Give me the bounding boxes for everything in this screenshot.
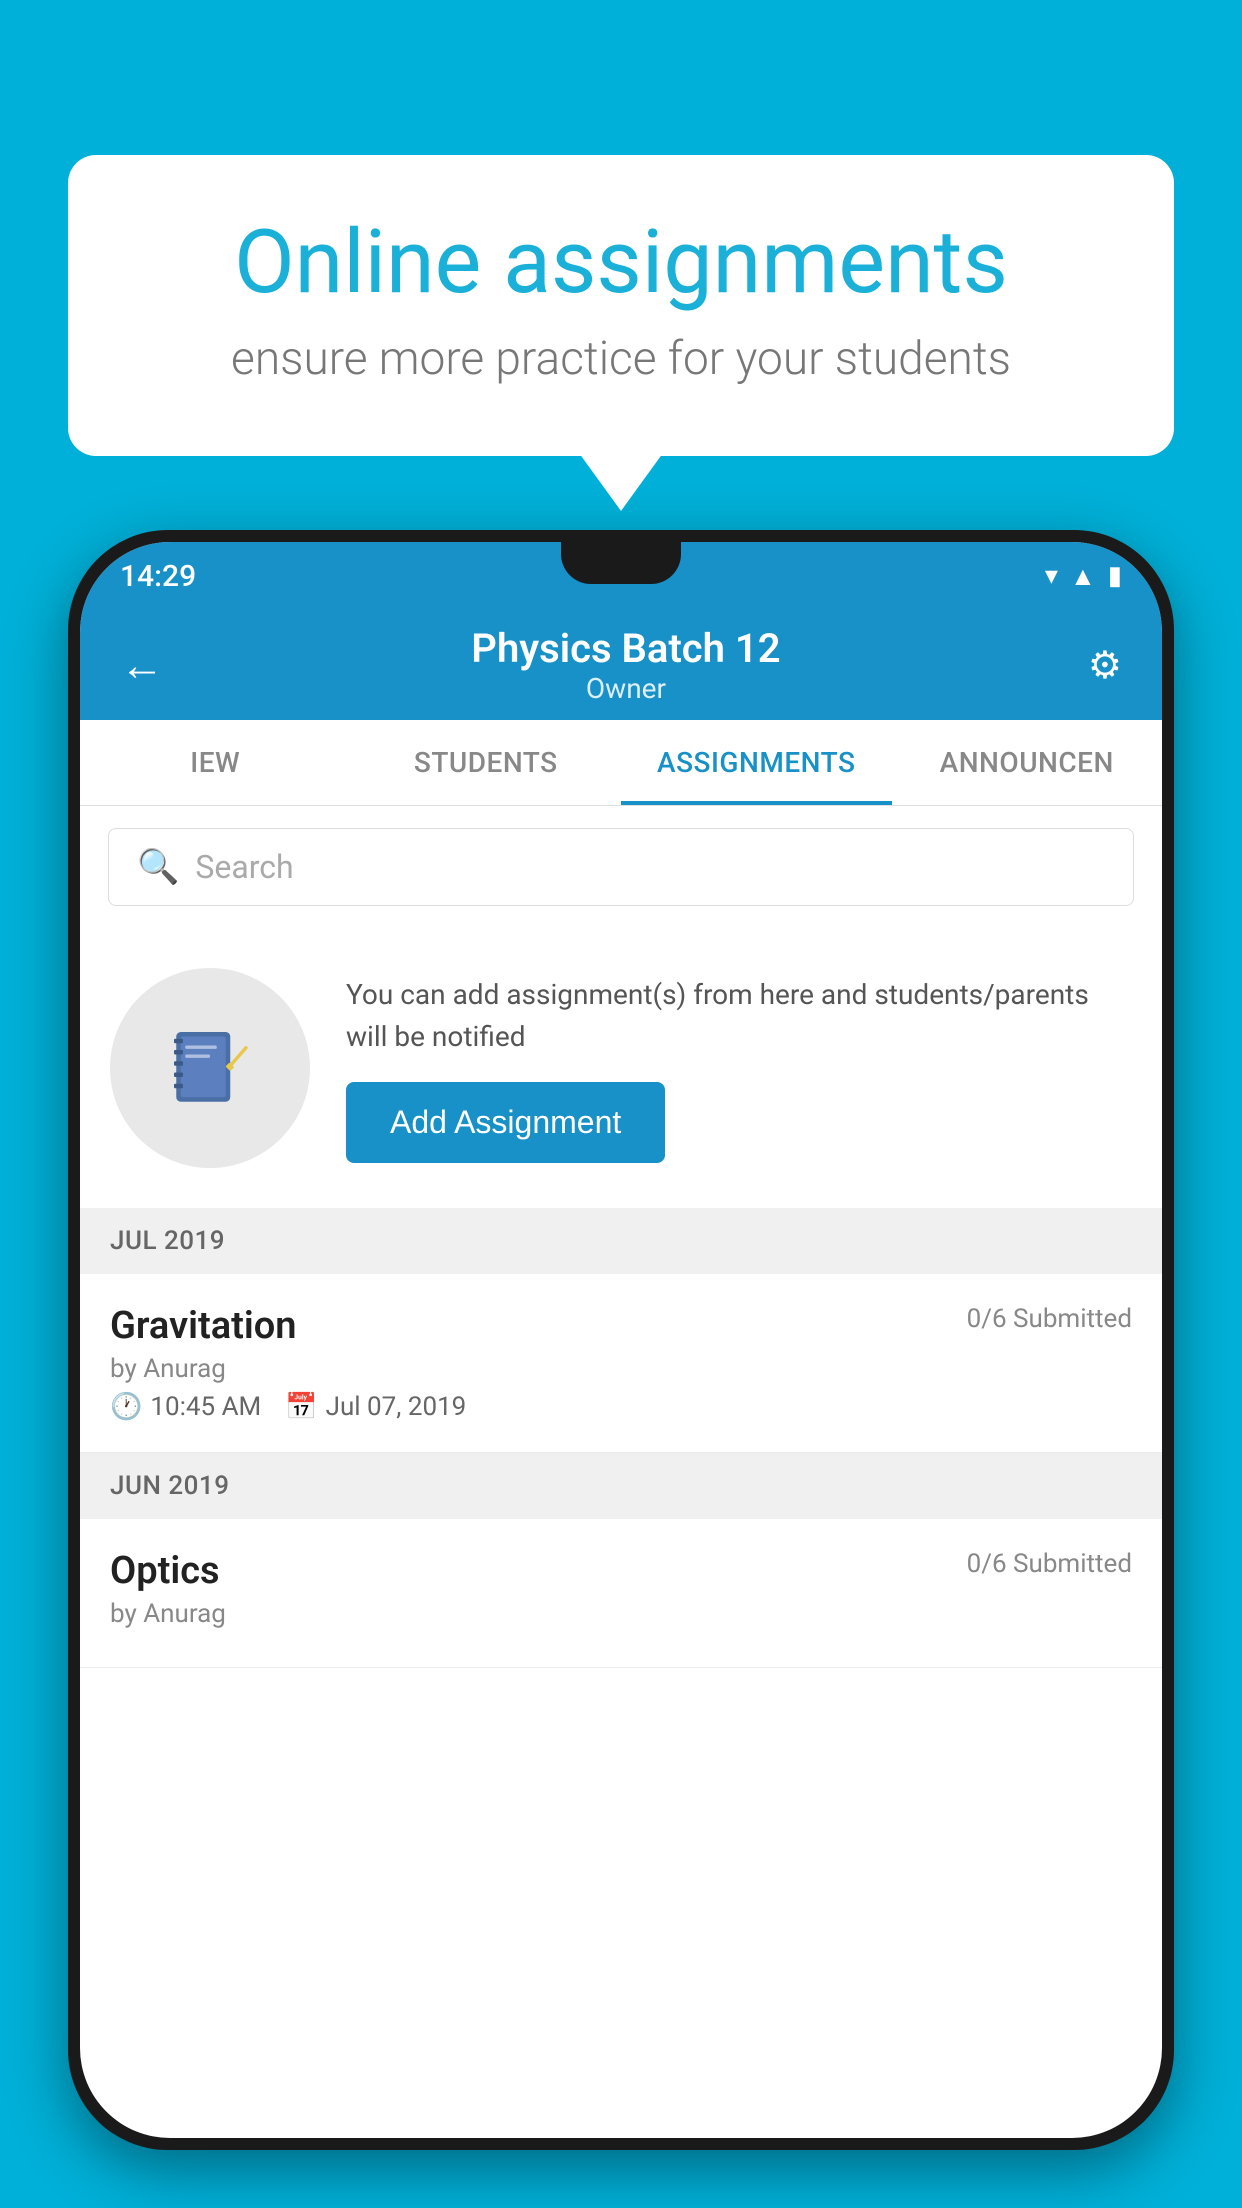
calendar-icon: 📅 bbox=[285, 1392, 317, 1422]
header-title: Physics Batch 12 bbox=[471, 625, 780, 672]
assignment-time-value: 10:45 AM bbox=[150, 1392, 261, 1422]
assignment-header-row-optics: Optics 0/6 Submitted bbox=[110, 1549, 1132, 1593]
status-time: 14:29 bbox=[120, 559, 196, 594]
bubble-title: Online assignments bbox=[148, 215, 1094, 312]
section-header-jun: JUN 2019 bbox=[80, 1453, 1162, 1519]
header-title-block: Physics Batch 12 Owner bbox=[471, 625, 780, 705]
status-icons: ▾ ▲ ▮ bbox=[1045, 561, 1122, 592]
back-button[interactable]: ← bbox=[120, 639, 164, 691]
promo-text-block: You can add assignment(s) from here and … bbox=[346, 974, 1132, 1163]
speech-bubble: Online assignments ensure more practice … bbox=[68, 155, 1174, 456]
phone-frame: 14:29 ▾ ▲ ▮ ← Physics Batch 12 Owner ⚙ I… bbox=[68, 530, 1174, 2150]
notch bbox=[561, 542, 681, 584]
assignment-submitted-optics: 0/6 Submitted bbox=[967, 1549, 1132, 1579]
tab-iew[interactable]: IEW bbox=[80, 720, 351, 805]
section-header-jul: JUL 2019 bbox=[80, 1208, 1162, 1274]
notebook-icon bbox=[165, 1023, 255, 1113]
promo-description: You can add assignment(s) from here and … bbox=[346, 974, 1132, 1058]
assignment-title-optics: Optics bbox=[110, 1549, 220, 1593]
status-bar: 14:29 ▾ ▲ ▮ bbox=[80, 542, 1162, 610]
assignment-time: 🕐 10:45 AM bbox=[110, 1392, 261, 1422]
tabs-bar: IEW STUDENTS ASSIGNMENTS ANNOUNCEN bbox=[80, 720, 1162, 806]
assignment-submitted-gravitation: 0/6 Submitted bbox=[967, 1304, 1132, 1334]
wifi-icon: ▾ bbox=[1045, 561, 1058, 591]
phone-inner: 14:29 ▾ ▲ ▮ ← Physics Batch 12 Owner ⚙ I… bbox=[80, 542, 1162, 2138]
tab-announcements[interactable]: ANNOUNCEN bbox=[892, 720, 1163, 805]
battery-icon: ▮ bbox=[1108, 561, 1122, 591]
clock-icon: 🕐 bbox=[110, 1392, 142, 1422]
search-box[interactable]: 🔍 Search bbox=[108, 828, 1134, 906]
search-placeholder: Search bbox=[195, 848, 293, 886]
header-subtitle: Owner bbox=[471, 672, 780, 705]
assignment-by-optics: by Anurag bbox=[110, 1599, 1132, 1629]
assignment-meta-gravitation: 🕐 10:45 AM 📅 Jul 07, 2019 bbox=[110, 1392, 1132, 1422]
assignment-by-gravitation: by Anurag bbox=[110, 1354, 1132, 1384]
assignment-date-value: Jul 07, 2019 bbox=[326, 1392, 467, 1422]
app-header: ← Physics Batch 12 Owner ⚙ bbox=[80, 610, 1162, 720]
assignment-item-gravitation[interactable]: Gravitation 0/6 Submitted by Anurag 🕐 10… bbox=[80, 1274, 1162, 1453]
promo-section: You can add assignment(s) from here and … bbox=[80, 928, 1162, 1208]
bubble-subtitle: ensure more practice for your students bbox=[148, 332, 1094, 386]
promo-icon-circle bbox=[110, 968, 310, 1168]
settings-button[interactable]: ⚙ bbox=[1088, 643, 1122, 688]
assignment-item-optics[interactable]: Optics 0/6 Submitted by Anurag bbox=[80, 1519, 1162, 1668]
speech-bubble-container: Online assignments ensure more practice … bbox=[68, 155, 1174, 456]
assignment-header-row: Gravitation 0/6 Submitted bbox=[110, 1304, 1132, 1348]
tab-students[interactable]: STUDENTS bbox=[351, 720, 622, 805]
assignment-date: 📅 Jul 07, 2019 bbox=[285, 1392, 466, 1422]
tab-assignments[interactable]: ASSIGNMENTS bbox=[621, 720, 892, 805]
assignment-title-gravitation: Gravitation bbox=[110, 1304, 297, 1348]
add-assignment-button[interactable]: Add Assignment bbox=[346, 1082, 665, 1163]
signal-icon: ▲ bbox=[1070, 561, 1096, 592]
search-container: 🔍 Search bbox=[80, 806, 1162, 928]
search-icon: 🔍 bbox=[137, 847, 179, 887]
